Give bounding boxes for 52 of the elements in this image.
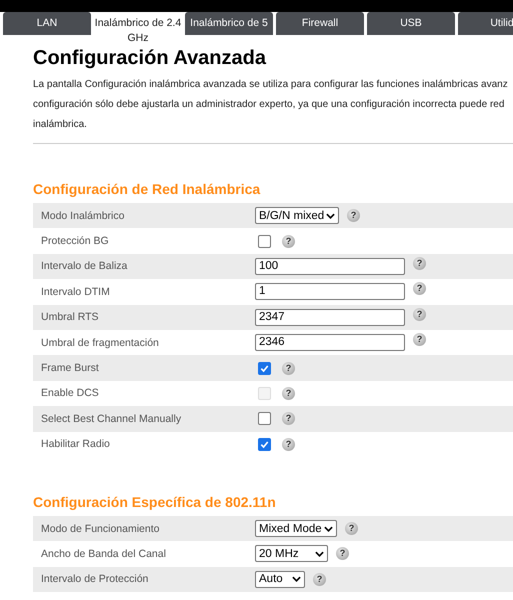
setting-label: Modo Inalámbrico bbox=[40, 210, 126, 222]
setting-label: Intervalo de Protección bbox=[40, 573, 150, 586]
help-icon[interactable]: ? bbox=[282, 234, 295, 248]
tab[interactable]: USB bbox=[367, 12, 455, 35]
setting-label: Intervalo de Baliza bbox=[40, 260, 128, 272]
help-icon[interactable]: ? bbox=[345, 522, 358, 536]
checkbox[interactable] bbox=[258, 412, 271, 426]
input-field[interactable]: 1 bbox=[255, 283, 405, 300]
help-icon[interactable]: ? bbox=[413, 333, 426, 346]
description-text: configuración sólo debe ajustarla un administrador experto, ya que una configuración incorrecta puede red bbox=[33, 98, 504, 112]
checkbox[interactable] bbox=[258, 234, 271, 248]
setting-label: Enable DCS bbox=[40, 387, 100, 400]
dropdown[interactable]: Auto bbox=[255, 570, 305, 588]
help-icon[interactable]: ? bbox=[282, 438, 295, 451]
caret-icon bbox=[326, 212, 335, 219]
section-heading: Configuración de Red Inalámbrica bbox=[33, 181, 262, 197]
help-icon[interactable]: ? bbox=[413, 308, 426, 321]
setting-label: Umbral RTS bbox=[40, 311, 100, 324]
checkbox[interactable] bbox=[258, 438, 271, 451]
dropdown[interactable]: B/G/N mixed bbox=[255, 207, 339, 224]
setting-label: Modo de Funcionamiento bbox=[40, 522, 160, 535]
tab[interactable]: Inalámbrico de 5 bbox=[185, 12, 273, 35]
tab[interactable]: LAN bbox=[3, 12, 91, 35]
setting-label: Ancho de Banda del Canal bbox=[40, 548, 167, 560]
dropdown[interactable]: Mixed Mode bbox=[255, 520, 337, 538]
setting-label: Habilitar Radio bbox=[40, 438, 111, 450]
caret-icon bbox=[292, 576, 301, 582]
help-icon[interactable]: ? bbox=[413, 256, 426, 270]
input-field[interactable]: 2347 bbox=[255, 308, 405, 326]
setting-label: Frame Burst bbox=[40, 362, 100, 374]
setting-label: Intervalo DTIM bbox=[40, 286, 111, 298]
checkbox[interactable] bbox=[258, 362, 271, 375]
dropdown[interactable]: 20 MHz bbox=[255, 545, 328, 562]
caret-icon bbox=[324, 526, 333, 532]
help-icon[interactable]: ? bbox=[347, 209, 360, 222]
input-field[interactable]: 100 bbox=[255, 258, 405, 275]
caret-icon bbox=[315, 550, 324, 557]
setting-label: Protección BG bbox=[40, 235, 110, 248]
setting-label: Select Best Channel Manually bbox=[40, 412, 182, 425]
tab[interactable]: Utilid bbox=[458, 12, 513, 35]
input-field[interactable]: 2346 bbox=[255, 334, 405, 352]
description-text: inalámbrica. bbox=[33, 118, 87, 132]
page-title: Configuración Avanzada bbox=[33, 46, 268, 70]
help-icon[interactable]: ? bbox=[336, 547, 349, 560]
description-text: La pantalla Configuración inalámbrica avanzada se utiliza para configurar las funciones inalámbricas avanz bbox=[33, 78, 508, 92]
help-icon[interactable]: ? bbox=[413, 282, 426, 296]
help-icon[interactable]: ? bbox=[282, 362, 295, 375]
tab[interactable]: Firewall bbox=[276, 12, 364, 35]
help-icon[interactable]: ? bbox=[313, 572, 326, 586]
help-icon[interactable]: ? bbox=[282, 412, 295, 426]
section-heading: Configuración Específica de 802.11n bbox=[33, 494, 277, 510]
setting-label: Umbral de fragmentación bbox=[40, 336, 160, 349]
